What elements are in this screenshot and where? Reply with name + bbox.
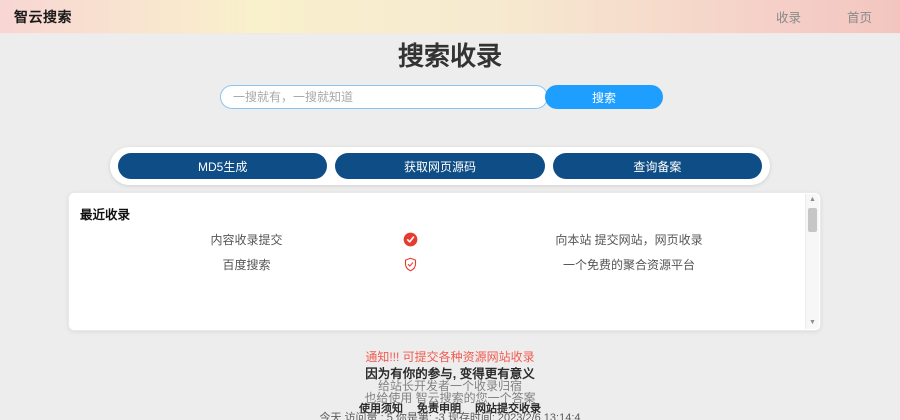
page-title: 搜索收录 <box>0 36 900 73</box>
entry-name[interactable]: 百度搜索 <box>69 254 424 276</box>
scroll-up-icon[interactable]: ▲ <box>806 194 819 206</box>
shield-check-icon <box>399 257 421 275</box>
page: 智云搜索 收录 首页 搜索收录 搜索 MD5生成 获取网页源码 查询备案 最近收… <box>0 0 900 420</box>
header: 智云搜索 收录 首页 <box>0 0 900 34</box>
scroll-down-icon[interactable]: ▼ <box>806 317 819 329</box>
search-button[interactable]: 搜索 <box>545 85 663 109</box>
md5-generate-button[interactable]: MD5生成 <box>118 153 327 179</box>
entry-description: 一个免费的聚合资源平台 <box>489 254 769 276</box>
entry-description: 向本站 提交网站，网页收录 <box>489 229 769 251</box>
nav-link-home[interactable]: 首页 <box>847 7 872 26</box>
list-item[interactable]: 内容收录提交 向本站 提交网站，网页收录 <box>69 229 820 251</box>
icp-lookup-button[interactable]: 查询备案 <box>553 153 762 179</box>
search-input[interactable] <box>220 85 548 109</box>
list-item[interactable]: 百度搜索 一个免费的聚合资源平台 <box>69 254 820 276</box>
recent-includes-panel: 最近收录 内容收录提交 向本站 提交网站，网页收录 百度搜索 一个免费的聚合资源… <box>68 192 821 331</box>
panel-scrollbar[interactable]: ▲ ▼ <box>805 194 819 329</box>
nav-link-include[interactable]: 收录 <box>776 7 801 26</box>
visit-stats: 今天 访问量 : 5 你是第: -3 现存时间: 2023/2/6 13:14:… <box>0 409 900 420</box>
panel-heading: 最近收录 <box>80 204 130 223</box>
header-nav: 收录 首页 <box>776 7 900 26</box>
entry-name[interactable]: 内容收录提交 <box>69 229 424 251</box>
brand-logo[interactable]: 智云搜索 <box>0 7 72 27</box>
scrollbar-thumb[interactable] <box>808 208 817 232</box>
tools-bar: MD5生成 获取网页源码 查询备案 <box>110 147 770 185</box>
get-page-source-button[interactable]: 获取网页源码 <box>335 153 544 179</box>
verified-badge-icon <box>399 232 421 250</box>
